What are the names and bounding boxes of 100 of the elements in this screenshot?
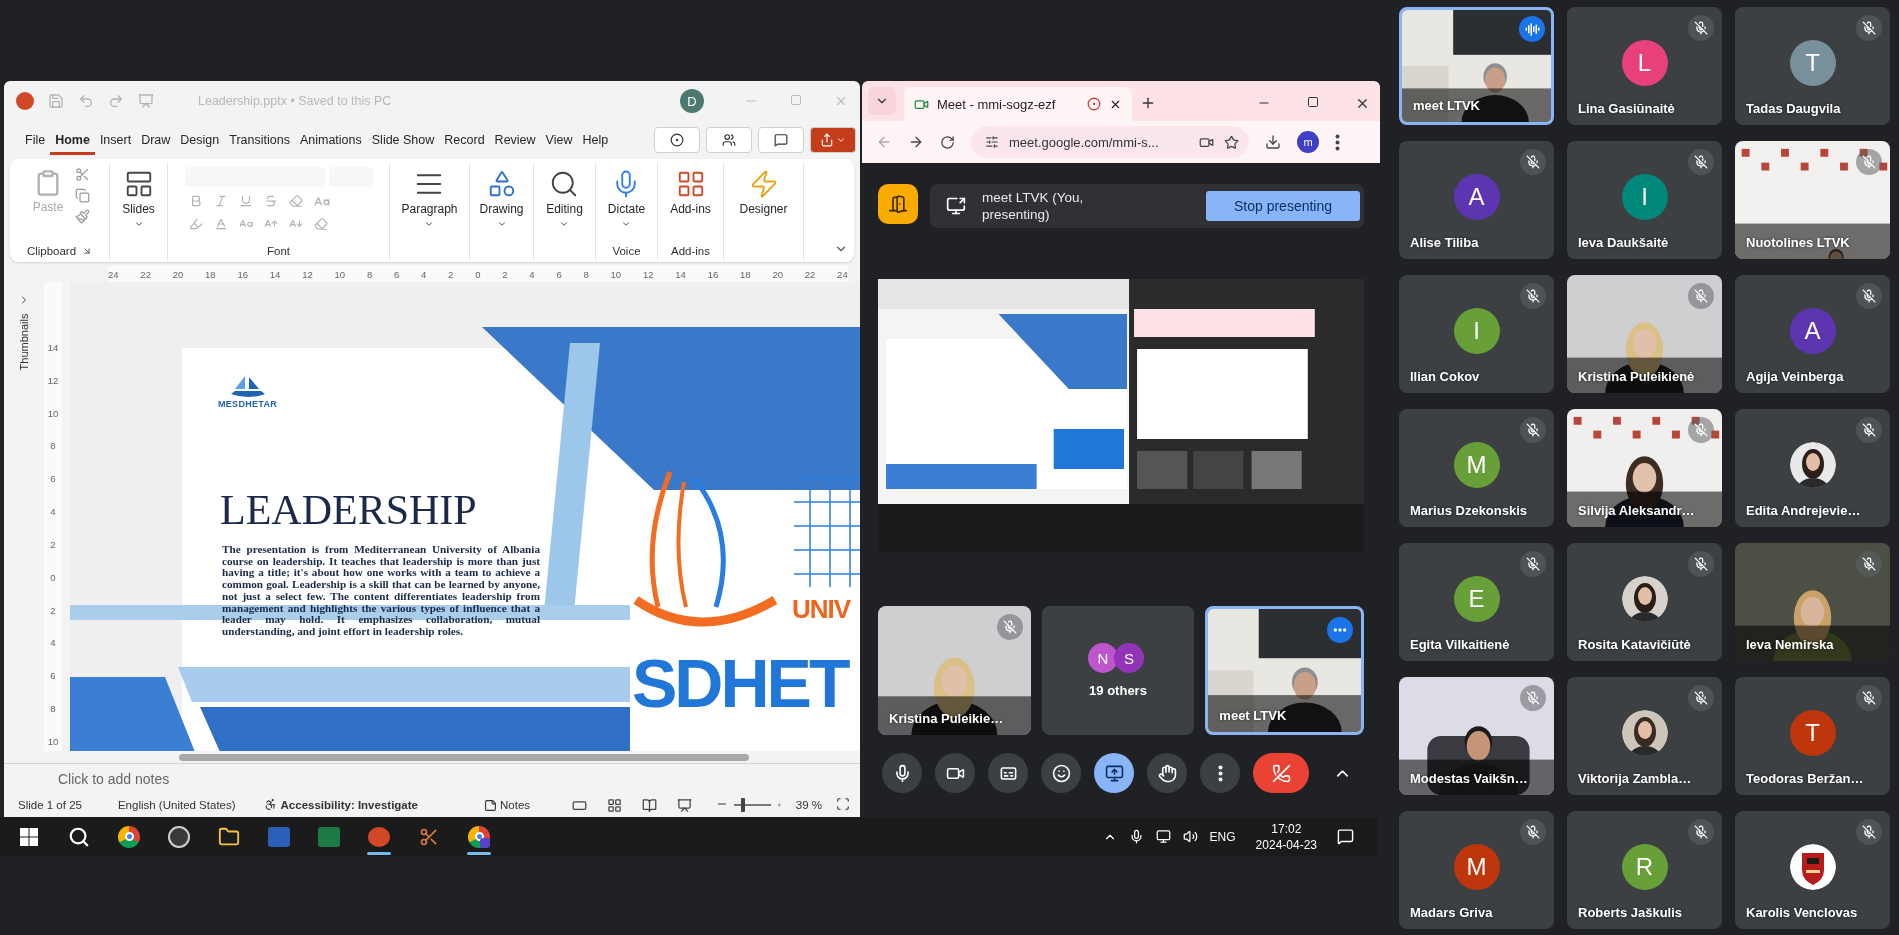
sorter-view-icon[interactable] bbox=[607, 797, 623, 813]
search-icon[interactable] bbox=[68, 825, 90, 848]
fit-slide-icon[interactable] bbox=[836, 797, 850, 811]
slideshow-icon[interactable] bbox=[677, 797, 693, 813]
ribbon-tab[interactable]: Help bbox=[577, 125, 614, 155]
leave-call-button[interactable] bbox=[1253, 753, 1309, 793]
notes-placeholder[interactable]: Click to add notes bbox=[58, 770, 170, 787]
mic-icon[interactable] bbox=[1128, 829, 1144, 844]
browser-tab[interactable]: Meet - mmi-sogz-ezf bbox=[904, 87, 1132, 121]
ribbon-tab[interactable]: Draw bbox=[136, 125, 176, 155]
screen-share-icon bbox=[1104, 763, 1124, 783]
download-icon[interactable] bbox=[1265, 134, 1281, 150]
drawing-button[interactable]: Drawing bbox=[475, 167, 528, 231]
participant-name: Marius Dzekonskis bbox=[1410, 503, 1528, 518]
participant-name: Nuotolines LTVK bbox=[1746, 235, 1850, 250]
coauthor-icon bbox=[722, 133, 736, 147]
mic-off-icon bbox=[1694, 825, 1708, 839]
ribbon-tab[interactable]: Design bbox=[175, 125, 225, 155]
comments-button[interactable] bbox=[758, 127, 804, 153]
emoji-button[interactable] bbox=[1041, 753, 1081, 793]
language-indicator[interactable]: English (United States) bbox=[117, 799, 236, 811]
mic-off-icon bbox=[1862, 691, 1876, 705]
record-button[interactable] bbox=[654, 127, 700, 153]
reload-icon[interactable] bbox=[940, 134, 955, 150]
ribbon-tab[interactable]: View bbox=[540, 125, 578, 155]
network-icon[interactable] bbox=[1155, 829, 1171, 844]
language-indicator[interactable]: ENG bbox=[1209, 829, 1236, 844]
forward-icon[interactable] bbox=[908, 134, 924, 150]
ruler-number: 2 bbox=[50, 538, 56, 550]
coauthor-button[interactable] bbox=[706, 127, 752, 153]
mic-off-icon bbox=[1526, 423, 1540, 437]
captions-button[interactable] bbox=[988, 753, 1028, 793]
start-icon[interactable] bbox=[20, 827, 38, 846]
paragraph-button[interactable]: Paragraph bbox=[397, 167, 462, 231]
ruler-number: 16 bbox=[707, 268, 719, 280]
dictate-button[interactable]: Dictate bbox=[603, 167, 650, 231]
folder-icon[interactable] bbox=[218, 825, 240, 848]
more-options-button[interactable] bbox=[1200, 753, 1240, 793]
recorder-icon[interactable] bbox=[168, 825, 190, 848]
mic-off-icon bbox=[1002, 620, 1017, 634]
participant-name: Ieva Nemirska bbox=[1746, 637, 1834, 652]
account-avatar[interactable]: D bbox=[680, 89, 704, 113]
designer-button[interactable]: Designer bbox=[735, 167, 792, 218]
notes-button[interactable]: Notes bbox=[478, 797, 537, 813]
participant-name: Edita Andrejevie… bbox=[1746, 503, 1861, 518]
slides-button[interactable]: Slides bbox=[118, 167, 159, 231]
chevron-down-icon bbox=[496, 219, 507, 229]
accessibility-status[interactable]: Accessibility: Investigate bbox=[280, 799, 418, 811]
ribbon-tab[interactable]: Animations bbox=[294, 125, 367, 155]
raise-hand-button[interactable] bbox=[1147, 753, 1187, 793]
scrollbar[interactable] bbox=[179, 753, 749, 761]
browser-profile-icon[interactable] bbox=[468, 825, 490, 848]
thumbnails-toggle[interactable]: Thumbnails bbox=[18, 313, 30, 371]
participants-tile[interactable]: N S 19 others bbox=[1041, 606, 1195, 735]
document-app-icon[interactable] bbox=[268, 826, 290, 847]
more-icon bbox=[1217, 764, 1223, 782]
address-bar[interactable]: meet.google.com/mmi-s... bbox=[971, 126, 1249, 158]
share-button[interactable] bbox=[810, 127, 856, 153]
maximize-icon[interactable] bbox=[1307, 96, 1319, 108]
microphone-button[interactable] bbox=[882, 753, 922, 793]
reading-view-icon[interactable] bbox=[642, 797, 658, 813]
ruler-number: 22 bbox=[804, 268, 816, 280]
zoom-level[interactable]: 39 % bbox=[795, 799, 822, 811]
star-icon[interactable] bbox=[1224, 134, 1239, 150]
launcher-icon[interactable] bbox=[82, 246, 93, 256]
copy-icon[interactable] bbox=[75, 188, 91, 203]
ruler-number: 8 bbox=[50, 440, 56, 452]
present-button[interactable] bbox=[1094, 753, 1134, 793]
participant-name: Ilian Cokov bbox=[1410, 369, 1480, 384]
paintbrush-icon[interactable] bbox=[75, 209, 91, 224]
ribbon-tab[interactable]: Slide Show bbox=[366, 125, 440, 155]
spreadsheet-app-icon[interactable] bbox=[318, 826, 340, 847]
leave-room-button[interactable] bbox=[878, 184, 918, 224]
ribbon-tab[interactable]: Review bbox=[489, 125, 541, 155]
camera-button[interactable] bbox=[935, 753, 975, 793]
mic-off-icon bbox=[1694, 557, 1708, 571]
mic-off-icon bbox=[1862, 825, 1876, 839]
ribbon-tab[interactable]: Home bbox=[50, 125, 95, 155]
browser-icon[interactable] bbox=[118, 825, 140, 848]
scissors-icon[interactable] bbox=[419, 826, 439, 847]
ruler-number: 10 bbox=[334, 268, 346, 280]
new-tab-icon[interactable] bbox=[1140, 95, 1156, 111]
add-ins-button[interactable]: Add-ins bbox=[666, 167, 715, 218]
scissors-icon[interactable] bbox=[75, 167, 91, 182]
notifications-icon[interactable] bbox=[1337, 828, 1354, 845]
volume-icon[interactable] bbox=[1182, 829, 1198, 844]
ribbon-tab[interactable]: Record bbox=[439, 125, 490, 155]
profile-avatar[interactable]: m bbox=[1297, 131, 1319, 153]
participant-name: Lina Gasiūnaitė bbox=[1578, 101, 1675, 116]
phone-icon bbox=[1271, 763, 1291, 783]
slider-thumb[interactable] bbox=[741, 798, 746, 812]
presentation-app-icon[interactable] bbox=[368, 826, 390, 847]
stop-presenting-button[interactable]: Stop presenting bbox=[1206, 191, 1360, 221]
close-icon[interactable] bbox=[1355, 96, 1370, 111]
ribbon-tab[interactable]: Insert bbox=[94, 125, 137, 155]
site-settings-icon[interactable] bbox=[985, 135, 999, 149]
ribbon-tab[interactable]: Transitions bbox=[224, 125, 295, 155]
ribbon-tab[interactable]: File bbox=[20, 125, 51, 155]
editing-button[interactable]: Editing bbox=[542, 167, 587, 231]
ruler-number: 22 bbox=[140, 268, 151, 280]
